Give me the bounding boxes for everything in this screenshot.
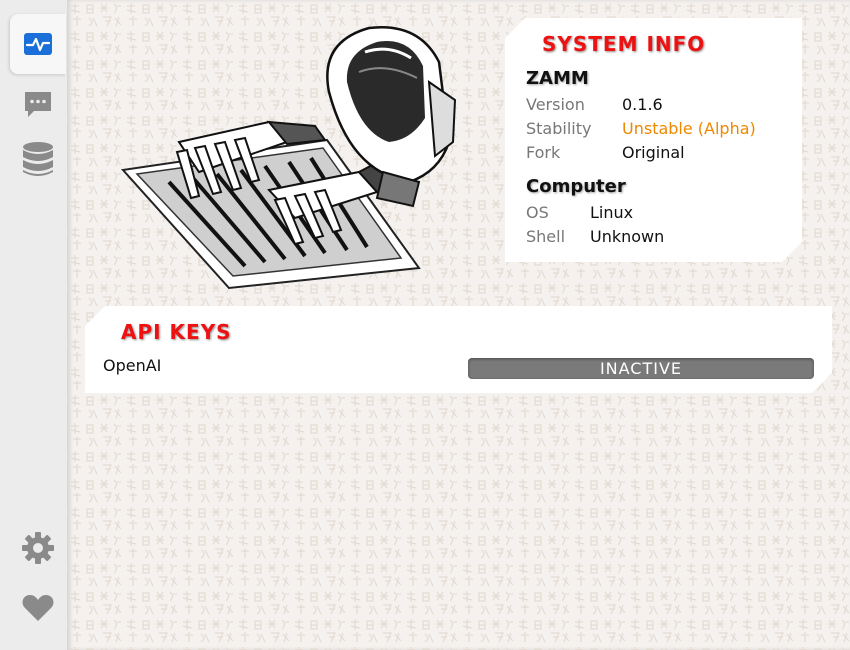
main-content: SYSTEM INFO ZAMM Version 0.1.6 Stability…	[67, 0, 850, 650]
shell-label: Shell	[526, 227, 566, 246]
version-label: Version	[526, 95, 585, 114]
os-value: Linux	[590, 203, 634, 222]
fork-value: Original	[622, 143, 685, 162]
api-key-service-openai: OpenAI	[103, 356, 162, 375]
gear-icon	[22, 532, 54, 564]
sidebar-item-credits[interactable]	[10, 578, 66, 638]
database-icon	[23, 142, 53, 176]
stability-label: Stability	[526, 119, 592, 138]
api-key-status-openai[interactable]: INACTIVE	[468, 358, 814, 379]
dashboard-icon	[24, 33, 52, 55]
os-label: OS	[526, 203, 549, 222]
sidebar-item-dashboard[interactable]	[10, 14, 66, 74]
version-value: 0.1.6	[622, 95, 663, 114]
sidebar-item-database[interactable]	[10, 130, 66, 190]
robot-typing-illustration	[121, 26, 457, 290]
system-info-card: SYSTEM INFO ZAMM Version 0.1.6 Stability…	[505, 18, 802, 262]
chat-icon	[25, 92, 51, 117]
sidebar	[0, 0, 68, 650]
stability-value: Unstable (Alpha)	[622, 119, 756, 138]
api-keys-card: API KEYS OpenAI INACTIVE	[85, 306, 832, 393]
fork-label: Fork	[526, 143, 561, 162]
app-section-title: ZAMM	[526, 68, 589, 89]
heart-icon	[22, 595, 54, 621]
sidebar-item-chat[interactable]	[10, 74, 66, 134]
shell-value: Unknown	[590, 227, 665, 246]
sidebar-item-settings[interactable]	[10, 518, 66, 578]
system-info-title: SYSTEM INFO	[542, 32, 706, 56]
computer-section-title: Computer	[526, 176, 626, 197]
api-keys-title: API KEYS	[121, 320, 232, 344]
